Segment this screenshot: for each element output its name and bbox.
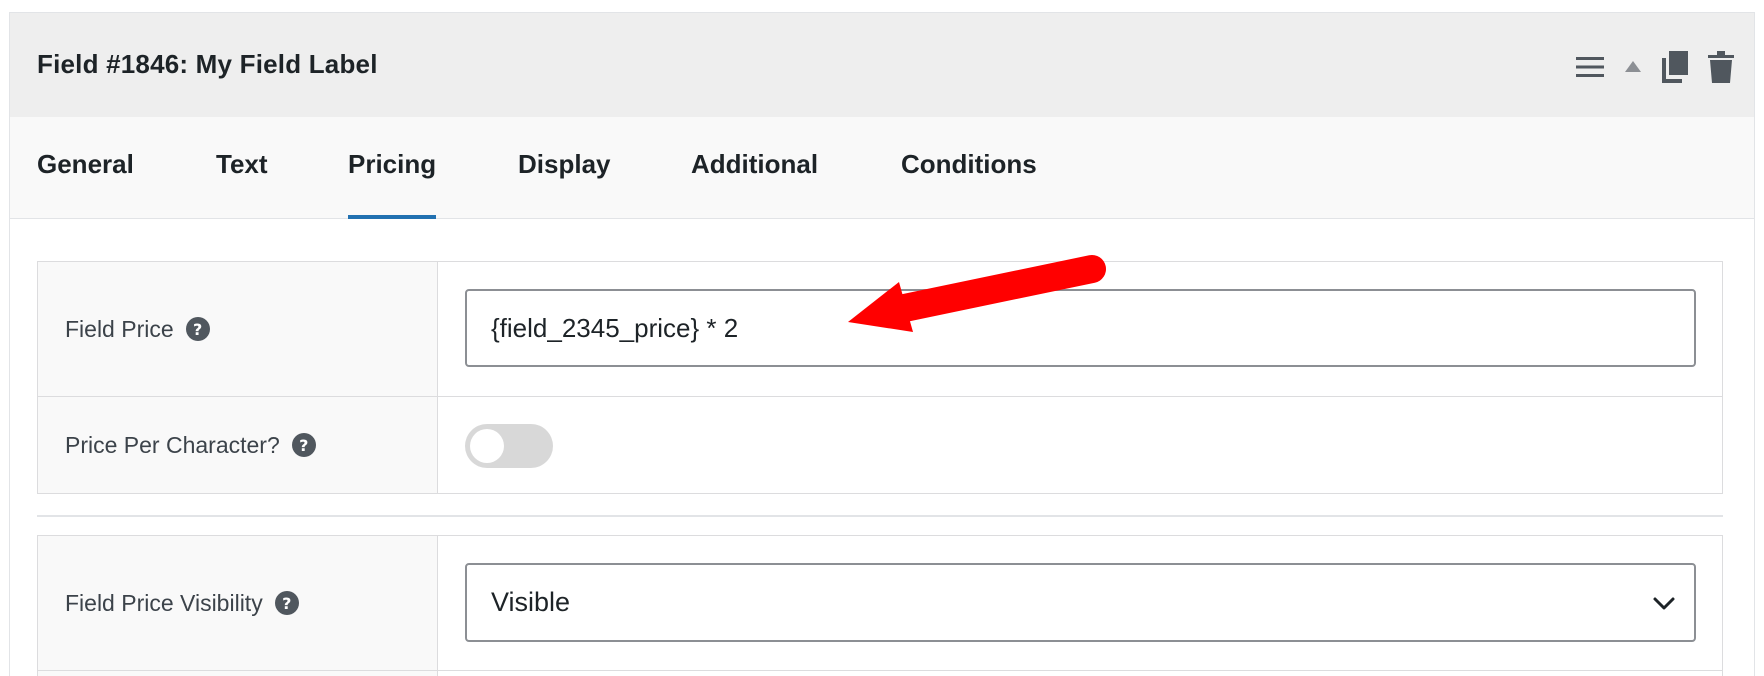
tab-conditions[interactable]: Conditions bbox=[901, 117, 1037, 219]
price-visibility-value-cell: Visible bbox=[439, 536, 1722, 670]
price-visibility-selected: Visible bbox=[491, 587, 571, 617]
field-panel: Field #1846: My Field Label General Text… bbox=[9, 12, 1755, 676]
next-row bbox=[38, 670, 1722, 676]
price-visibility-row: Field Price Visibility ? Visible bbox=[38, 536, 1722, 670]
tab-text[interactable]: Text bbox=[216, 117, 268, 219]
price-per-character-row: Price Per Character? ? bbox=[38, 396, 1722, 493]
price-per-character-label-cell: Price Per Character? ? bbox=[38, 397, 438, 493]
chevron-down-icon bbox=[1652, 591, 1676, 622]
field-header[interactable]: Field #1846: My Field Label bbox=[10, 13, 1754, 117]
duplicate-icon[interactable] bbox=[1662, 51, 1688, 83]
tab-display[interactable]: Display bbox=[518, 117, 611, 219]
price-visibility-label: Field Price Visibility bbox=[65, 589, 263, 616]
help-icon[interactable]: ? bbox=[274, 591, 299, 615]
next-row-label-cell bbox=[38, 671, 438, 676]
price-visibility-label-cell: Field Price Visibility ? bbox=[38, 536, 438, 670]
tab-pricing[interactable]: Pricing bbox=[348, 117, 437, 219]
field-price-label: Field Price bbox=[65, 315, 174, 342]
field-price-input[interactable] bbox=[465, 289, 1696, 367]
toggle-knob bbox=[470, 429, 504, 463]
price-per-character-label: Price Per Character? bbox=[65, 431, 280, 458]
help-icon[interactable]: ? bbox=[291, 433, 316, 457]
tab-bar: General Text Pricing Display Additional … bbox=[10, 117, 1754, 219]
field-title: Field #1846: My Field Label bbox=[37, 49, 378, 79]
tab-additional[interactable]: Additional bbox=[691, 117, 818, 219]
field-price-row: Field Price ? bbox=[38, 262, 1722, 396]
visibility-table: Field Price Visibility ? Visible bbox=[37, 535, 1723, 676]
collapse-triangle-icon[interactable] bbox=[1624, 60, 1642, 74]
pricing-table: Field Price ? Price Per Character? ? bbox=[37, 261, 1723, 494]
field-price-value-cell bbox=[439, 262, 1722, 396]
field-price-label-cell: Field Price ? bbox=[38, 262, 438, 396]
price-visibility-select[interactable]: Visible bbox=[465, 563, 1696, 642]
trash-icon[interactable] bbox=[1708, 51, 1734, 83]
tab-general[interactable]: General bbox=[37, 117, 134, 219]
section-divider bbox=[37, 515, 1723, 517]
price-per-character-toggle[interactable] bbox=[465, 424, 553, 468]
header-actions bbox=[1576, 49, 1734, 85]
price-per-character-value-cell bbox=[439, 397, 1722, 493]
menu-icon[interactable] bbox=[1576, 56, 1604, 78]
help-icon[interactable]: ? bbox=[185, 317, 210, 341]
